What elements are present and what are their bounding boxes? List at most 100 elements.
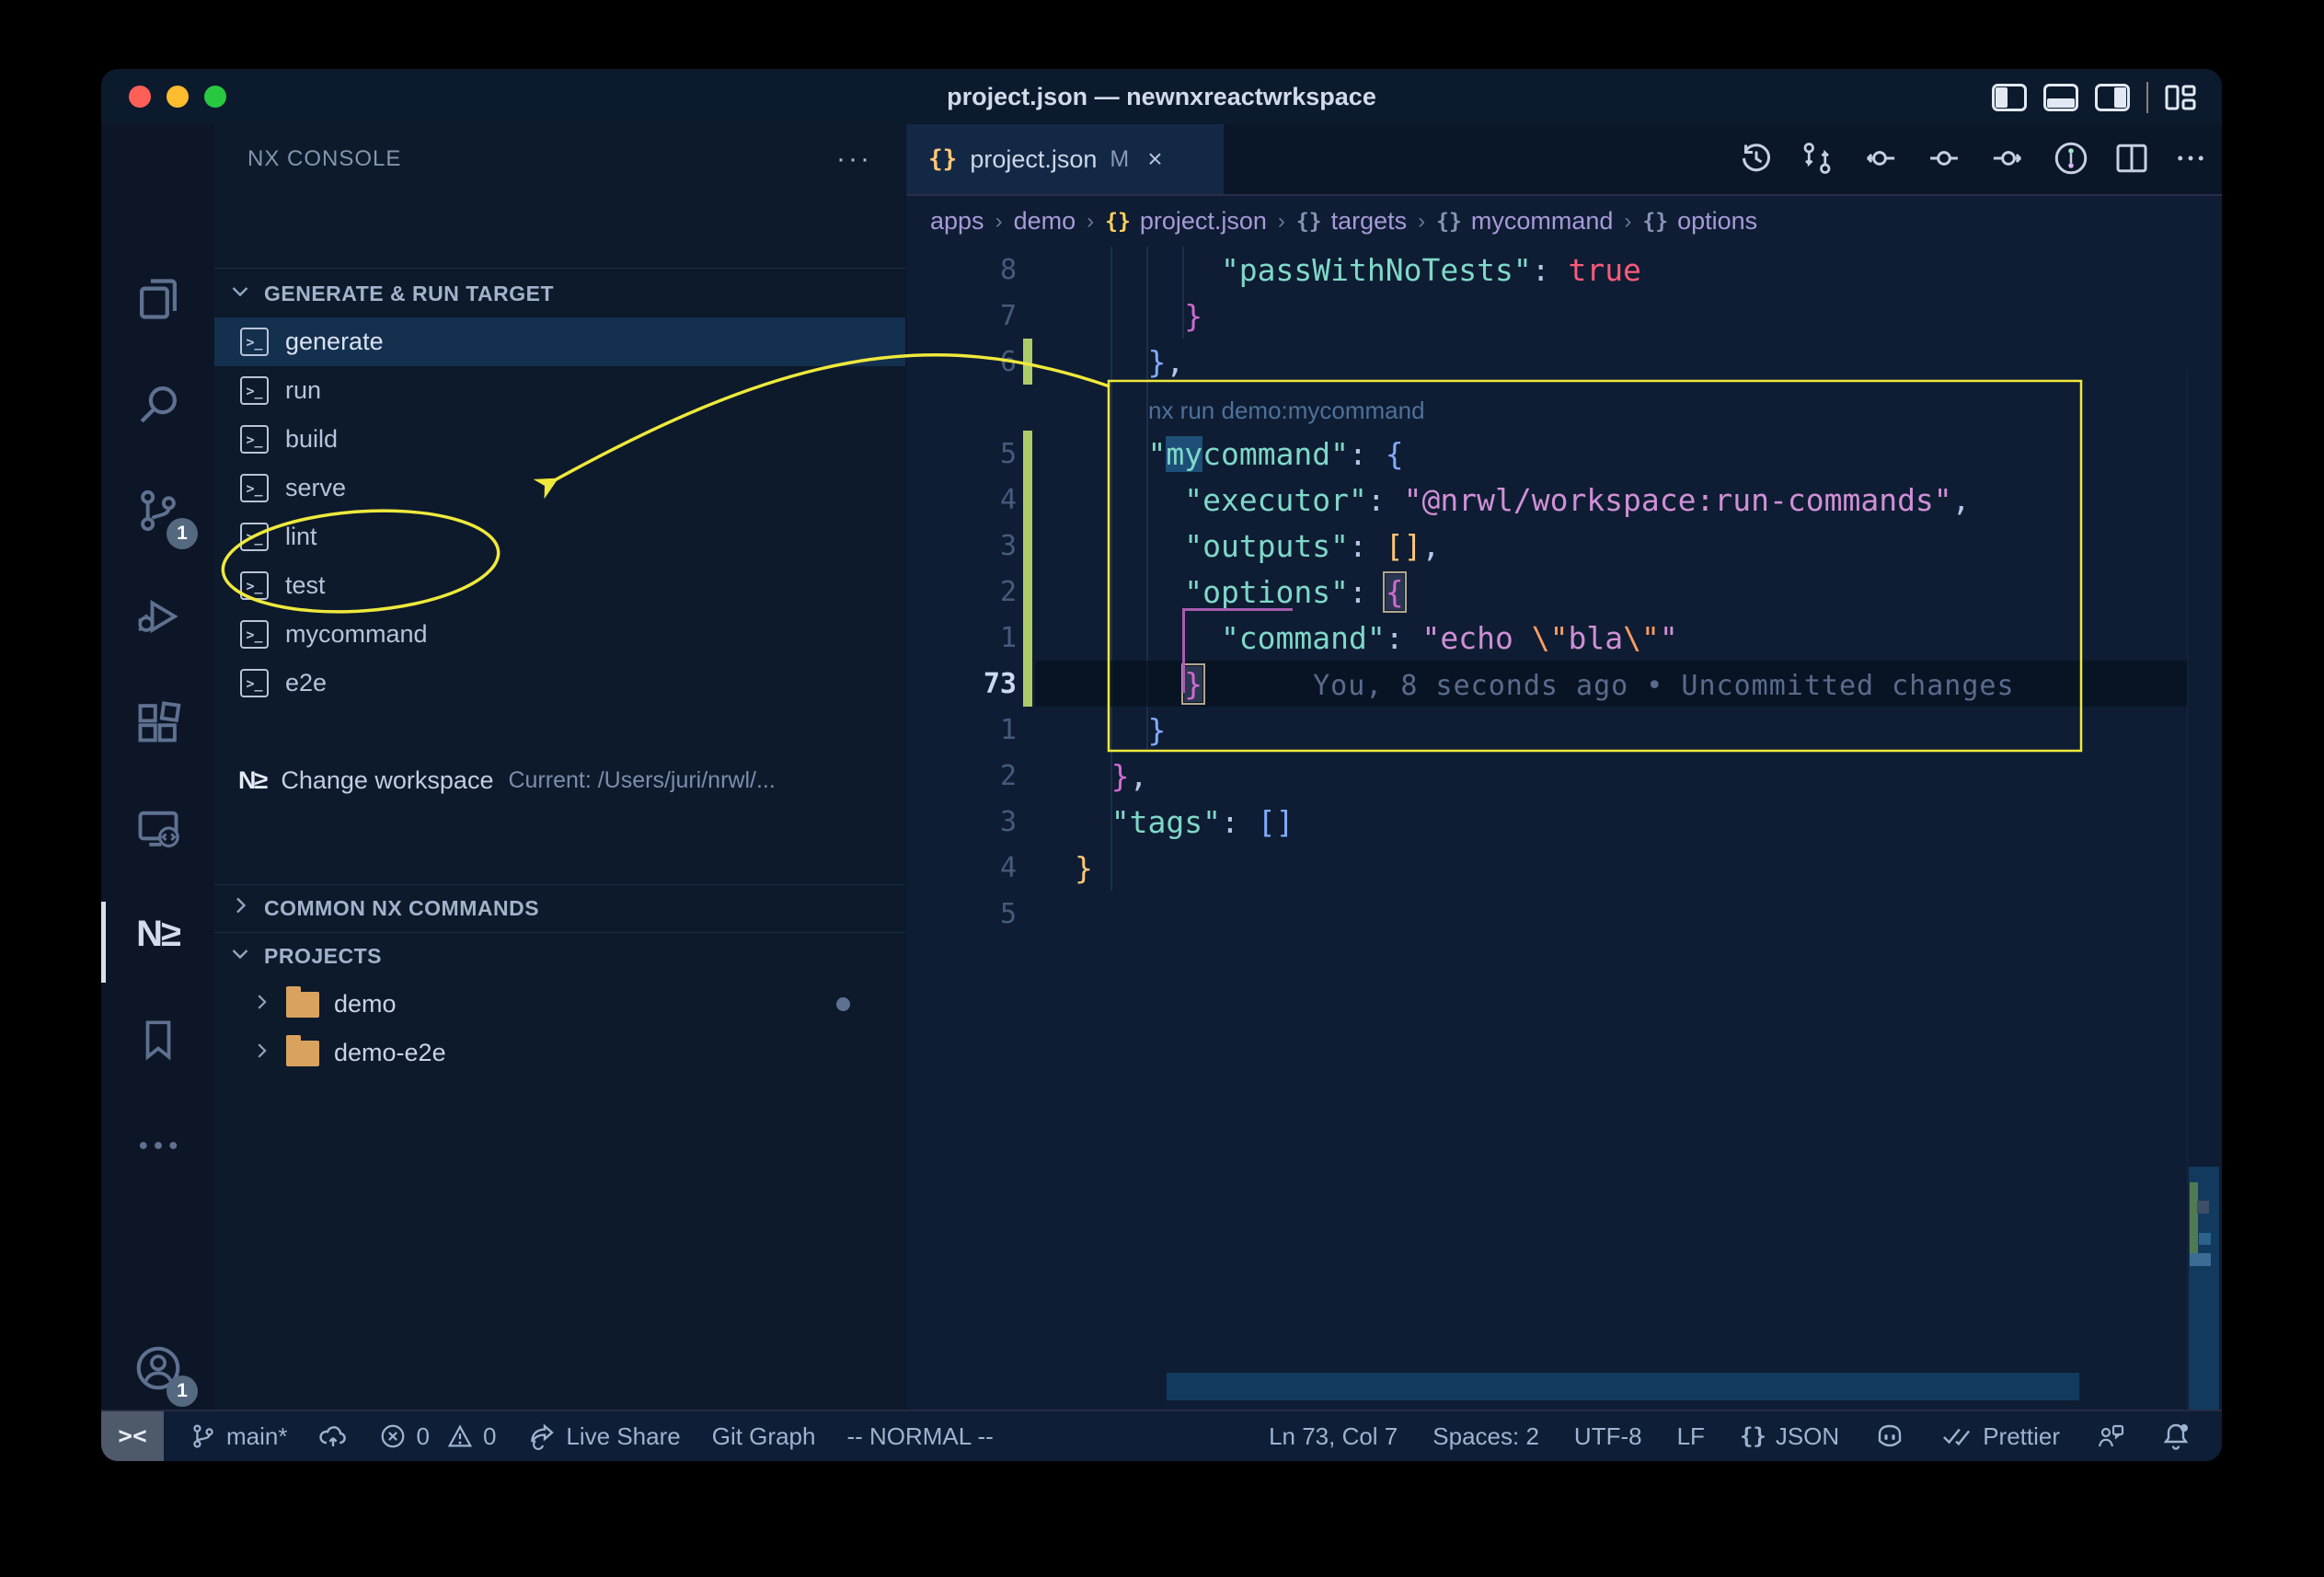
remote-explorer-icon[interactable]	[101, 780, 214, 876]
toggle-left-panel-icon[interactable]	[1992, 84, 2027, 111]
target-label: serve	[285, 474, 346, 502]
project-item-demo-e2e[interactable]: demo-e2e	[214, 1029, 905, 1077]
close-tab-icon[interactable]: ×	[1147, 144, 1162, 174]
target-item-lint[interactable]: >_lint	[214, 512, 905, 561]
project-item-demo[interactable]: demo	[214, 980, 905, 1029]
modified-gutter	[1023, 707, 1032, 753]
code-line[interactable]: 3 "outputs": [],	[906, 523, 2222, 569]
target-item-test[interactable]: >_test	[214, 561, 905, 610]
code-line[interactable]: 2 "options": {	[906, 569, 2222, 615]
target-item-e2e[interactable]: >_e2e	[214, 659, 905, 708]
target-item-run[interactable]: >_run	[214, 366, 905, 415]
more-actions-icon[interactable]	[2174, 140, 2207, 181]
breadcrumb-item-options[interactable]: {}options	[1642, 207, 1757, 236]
toggle-right-panel-icon[interactable]	[2095, 84, 2130, 111]
branch-icon	[190, 1422, 217, 1450]
sidebar-title: NX CONSOLE	[247, 146, 401, 172]
target-label: e2e	[285, 669, 327, 697]
target-item-generate[interactable]: >_generate	[214, 317, 905, 366]
section-projects[interactable]: PROJECTS	[214, 932, 905, 980]
code-line[interactable]: 4 "executor": "@nrwl/workspace:run-comma…	[906, 477, 2222, 523]
modified-gutter	[1023, 569, 1032, 615]
json-symbol-icon: {}	[1642, 210, 1668, 234]
problems-item[interactable]: 0 0	[379, 1422, 496, 1451]
breadcrumb-item-targets[interactable]: {}targets	[1296, 207, 1407, 236]
customize-layout-icon[interactable]	[2165, 83, 2196, 112]
code-text: }You, 8 seconds ago • Uncommitted change…	[1075, 666, 2015, 702]
codelens-run-command[interactable]: nx run demo:mycommand	[1148, 397, 1425, 424]
extensions-icon[interactable]	[101, 674, 214, 770]
code-line[interactable]: 5	[906, 891, 2222, 937]
target-item-mycommand[interactable]: >_mycommand	[214, 610, 905, 659]
target-item-build[interactable]: >_build	[214, 415, 905, 464]
source-control-icon[interactable]: 1	[101, 463, 214, 558]
sidebar-more-actions-icon[interactable]: ···	[836, 155, 872, 164]
split-editor-icon[interactable]	[2113, 140, 2150, 181]
encoding-item[interactable]: UTF-8	[1574, 1422, 1642, 1451]
prettier-item[interactable]: Prettier	[1940, 1422, 2060, 1451]
active-view-indicator	[101, 902, 106, 983]
cursor-position-item[interactable]: Ln 73, Col 7	[1269, 1422, 1398, 1451]
git-graph-item[interactable]: Git Graph	[712, 1422, 816, 1451]
vim-mode-indicator[interactable]: -- NORMAL --	[846, 1422, 993, 1451]
code-line[interactable]: 6 },	[906, 339, 2222, 385]
explorer-icon[interactable]	[101, 251, 214, 347]
modified-gutter	[1023, 845, 1032, 891]
code-area[interactable]: 8 "passWithNoTests": true7 }6 }, nx run d…	[906, 247, 2222, 1410]
next-change-icon[interactable]	[1988, 140, 2029, 181]
code-line[interactable]: 1 "command": "echo \"bla\""	[906, 615, 2222, 661]
live-share-label: Live Share	[566, 1422, 680, 1451]
cloud-upload-icon	[318, 1422, 348, 1451]
horizontal-scrollbar[interactable]	[1167, 1373, 2079, 1400]
current-change-icon[interactable]	[1924, 140, 1964, 181]
notifications-item[interactable]	[2161, 1421, 2191, 1452]
indentation-item[interactable]: Spaces: 2	[1432, 1422, 1539, 1451]
search-icon[interactable]	[101, 357, 214, 453]
code-text: }	[1075, 298, 1202, 334]
chevron-right-icon	[229, 894, 251, 922]
chevron-down-icon	[229, 942, 251, 970]
file-history-icon[interactable]	[1738, 140, 1775, 181]
tab-project-json[interactable]: {} project.json M ×	[906, 124, 1225, 194]
target-item-serve[interactable]: >_serve	[214, 464, 905, 512]
sync-item[interactable]	[318, 1422, 348, 1451]
section-common-nx-commands[interactable]: COMMON NX COMMANDS	[214, 884, 905, 932]
change-workspace-item[interactable]: N≥ Change workspace Current: /Users/juri…	[214, 756, 905, 805]
code-line[interactable]: 3 "tags": []	[906, 799, 2222, 845]
feedback-item[interactable]	[2095, 1422, 2126, 1451]
language-mode-item[interactable]: {} JSON	[1740, 1422, 1839, 1451]
terminal-icon: >_	[240, 523, 269, 551]
code-line[interactable]: 4}	[906, 845, 2222, 891]
window-title: project.json — newnxreactwrkspace	[101, 83, 2222, 111]
code-line[interactable]: 2 },	[906, 753, 2222, 799]
previous-change-icon[interactable]	[1859, 140, 1900, 181]
code-line[interactable]: 5 "mycommand": {	[906, 431, 2222, 477]
bookmarks-icon[interactable]	[101, 992, 214, 1088]
accounts-icon[interactable]: 1	[101, 1320, 214, 1416]
copilot-item[interactable]	[1874, 1422, 1905, 1451]
breadcrumb-item-apps[interactable]: apps	[930, 207, 984, 236]
code-text: "options": {	[1075, 574, 1404, 610]
open-changes-icon[interactable]	[1799, 140, 1835, 181]
code-line[interactable]: nx run demo:mycommand	[906, 385, 2222, 431]
remote-indicator[interactable]: ><	[101, 1411, 164, 1461]
file-graph-icon[interactable]	[2053, 140, 2089, 181]
code-line[interactable]: 1 }	[906, 707, 2222, 753]
additional-views-icon[interactable]	[101, 1098, 214, 1193]
branch-item[interactable]: main*	[190, 1422, 287, 1451]
breadcrumb-item-mycommand[interactable]: {}mycommand	[1436, 207, 1613, 236]
code-line[interactable]: 73 }You, 8 seconds ago • Uncommitted cha…	[906, 661, 2222, 707]
eol-item[interactable]: LF	[1677, 1422, 1705, 1451]
vscode-window: project.json — newnxreactwrkspace 1	[101, 69, 2222, 1461]
project-status-dot	[836, 997, 850, 1011]
code-line[interactable]: 8 "passWithNoTests": true	[906, 247, 2222, 293]
section-generate-run-target[interactable]: GENERATE & RUN TARGET	[214, 270, 905, 317]
breadcrumb-item-project.json[interactable]: {}project.json	[1105, 207, 1267, 236]
run-debug-icon[interactable]	[101, 569, 214, 664]
breadcrumb-item-demo[interactable]: demo	[1014, 207, 1076, 236]
code-line[interactable]: 7 }	[906, 293, 2222, 339]
live-share-item[interactable]: Live Share	[527, 1422, 680, 1451]
code-text: nx run demo:mycommand	[1075, 390, 1425, 426]
nx-console-icon[interactable]: N≥	[101, 886, 214, 982]
toggle-bottom-panel-icon[interactable]	[2043, 84, 2078, 111]
